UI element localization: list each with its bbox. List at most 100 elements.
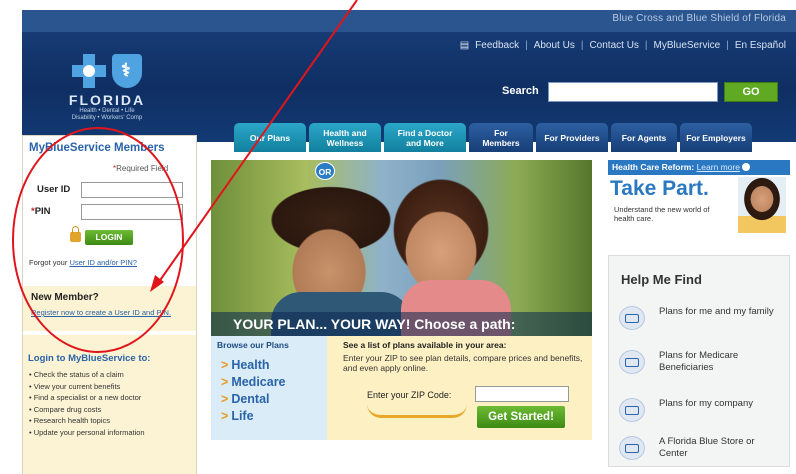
list-item: • View your current benefits (29, 381, 121, 391)
feedback-icon: ▤ (459, 40, 470, 51)
blue-cross-icon (72, 54, 106, 88)
or-badge: OR (315, 162, 335, 180)
browse-plans-title: Browse our Plans (217, 340, 289, 350)
divider: | (644, 40, 648, 51)
login-panel-title: MyBlueService Members (29, 142, 165, 154)
forgot-userid-pin-link[interactable]: User ID and/or PIN? (69, 258, 137, 267)
plan-label: Health (231, 358, 270, 372)
register-link[interactable]: Register now to create a User ID and PIN… (31, 308, 191, 318)
chevron-right-icon: > (221, 392, 229, 406)
plan-link-health[interactable]: > Health (221, 357, 286, 374)
help-item-family-plans[interactable]: Plans for me and my family (619, 304, 787, 340)
browse-plans-box: Browse our Plans > Health > Medicare > Dent… (211, 336, 327, 440)
forgot-prefix: Forgot your (29, 258, 70, 267)
divider: | (580, 40, 584, 51)
login-benefits-section: Login to MyBlueService to: • Check the s… (23, 335, 196, 474)
required-field-note: *Required Field (113, 164, 169, 173)
pin-input[interactable] (81, 204, 183, 220)
main-nav-tabs: Our Plans Health and Wellness Find a Doc… (234, 123, 752, 152)
company-icon (619, 398, 645, 422)
logo-subtitle: Health • Dental • Life (79, 108, 135, 114)
link-about-us[interactable]: About Us (534, 40, 575, 51)
logo-name: FLORIDA (68, 92, 146, 108)
pin-label-wrap: *PIN (31, 206, 51, 217)
bcbs-florida-logo[interactable]: ⚕ FLORIDA Health • Dental • Life Disabil… (52, 50, 162, 132)
page: { "header": { "company": "Blue Cross and… (0, 0, 796, 474)
medicare-card-icon (619, 350, 645, 374)
store-icon (619, 436, 645, 460)
link-en-espanol[interactable]: En Español (735, 40, 786, 51)
search-label: Search (502, 85, 539, 97)
hero-tagline: YOUR PLAN... YOUR WAY! Choose a path: (211, 312, 592, 336)
required-text: Required Field (116, 164, 169, 173)
logo-marks: ⚕ (52, 54, 162, 88)
list-item: • Check the status of a claim (29, 370, 124, 379)
father-daughter-photo (211, 160, 592, 342)
zip-code-input[interactable] (475, 386, 569, 402)
zip-search-box: See a list of plans available in your ar… (327, 336, 592, 440)
divider: | (525, 40, 528, 51)
zip-code-label: Enter your ZIP Code: (367, 390, 452, 400)
tab-for-members[interactable]: For Members (469, 123, 533, 152)
take-part-title: Take Part. (610, 177, 709, 200)
plan-type-list: > Health > Medicare > Dental > Life (221, 357, 286, 425)
plan-link-life[interactable]: > Life (221, 408, 286, 425)
new-member-section: New Member? Register now to create a Use… (23, 286, 196, 331)
help-item-label: Plans for my company (659, 398, 753, 409)
chevron-right-icon: > (221, 409, 229, 423)
arrow-circle-icon (742, 163, 751, 171)
help-item-medicare[interactable]: Plans for Medicare Beneficiaries (619, 348, 787, 384)
help-item-store[interactable]: A Florida Blue Store or Center (619, 434, 787, 470)
login-benefits-list: • Check the status of a claim • View you… (29, 369, 145, 438)
login-benefits-title: Login to MyBlueService to: (28, 353, 151, 364)
help-me-find-box: Help Me Find Plans for me and my family … (608, 255, 790, 467)
plan-link-medicare[interactable]: > Medicare (221, 374, 286, 391)
divider: | (726, 40, 729, 51)
decorative-swoosh (367, 404, 467, 418)
login-button[interactable]: LOGIN (85, 230, 133, 245)
tab-find-a-doctor[interactable]: Find a Doctor and More (384, 123, 466, 152)
woman-photo (738, 177, 786, 233)
list-item: • Research health topics (29, 416, 111, 425)
forgot-credentials: Forgot your User ID and/or PIN? (29, 258, 137, 267)
list-item: • Update your personal information (29, 427, 145, 437)
family-icon (619, 306, 645, 330)
link-feedback[interactable]: Feedback (475, 40, 519, 51)
tab-for-agents[interactable]: For Agents (611, 123, 677, 152)
tab-our-plans[interactable]: Our Plans (234, 123, 306, 152)
tab-for-employers[interactable]: For Employers (680, 123, 752, 152)
link-myblueservice[interactable]: MyBlueService (654, 40, 721, 51)
lock-icon (70, 226, 81, 242)
utility-links: ▤ Feedback | About Us | Contact Us | MyB… (460, 40, 786, 51)
site-header: Blue Cross and Blue Shield of Florida ⚕ … (22, 10, 796, 152)
help-item-company[interactable]: Plans for my company (619, 396, 787, 432)
learn-more-link[interactable]: Learn more (697, 162, 740, 172)
plan-label: Dental (231, 392, 270, 406)
link-contact-us[interactable]: Contact Us (589, 40, 638, 51)
tab-for-providers[interactable]: For Providers (536, 123, 608, 152)
list-item: • Compare drug costs (29, 404, 102, 414)
userid-label: User ID (37, 184, 71, 195)
take-part-banner[interactable]: Take Part. Understand the new world of h… (608, 177, 790, 233)
blue-shield-icon: ⚕ (112, 54, 142, 88)
tab-health-and-wellness[interactable]: Health and Wellness (309, 123, 381, 152)
zip-search-title: See a list of plans available in your ar… (343, 340, 507, 350)
get-started-button[interactable]: Get Started! (477, 406, 565, 428)
header-top-strip: Blue Cross and Blue Shield of Florida (22, 10, 796, 32)
hcr-label: Health Care Reform: (612, 162, 695, 172)
take-part-text: Understand the new world of health care. (614, 205, 710, 223)
plan-label: Life (231, 409, 254, 423)
health-care-reform-bar[interactable]: Health Care Reform: Learn more (608, 160, 790, 175)
company-name: Blue Cross and Blue Shield of Florida (612, 13, 786, 24)
search-input[interactable] (548, 82, 718, 102)
chevron-right-icon: > (221, 375, 229, 389)
logo-subtitle-2: Disability • Workers' Comp (71, 115, 143, 121)
search-bar: Search GO (492, 82, 792, 102)
pin-label: PIN (34, 206, 51, 217)
search-go-button[interactable]: GO (724, 82, 778, 102)
zip-search-description: Enter your ZIP to see plan details, comp… (343, 353, 583, 373)
plan-link-dental[interactable]: > Dental (221, 391, 286, 408)
help-item-label: Plans for me and my family (659, 306, 774, 317)
member-login-panel: MyBlueService Members *Required Field Us… (22, 135, 197, 474)
userid-input[interactable] (81, 182, 183, 198)
